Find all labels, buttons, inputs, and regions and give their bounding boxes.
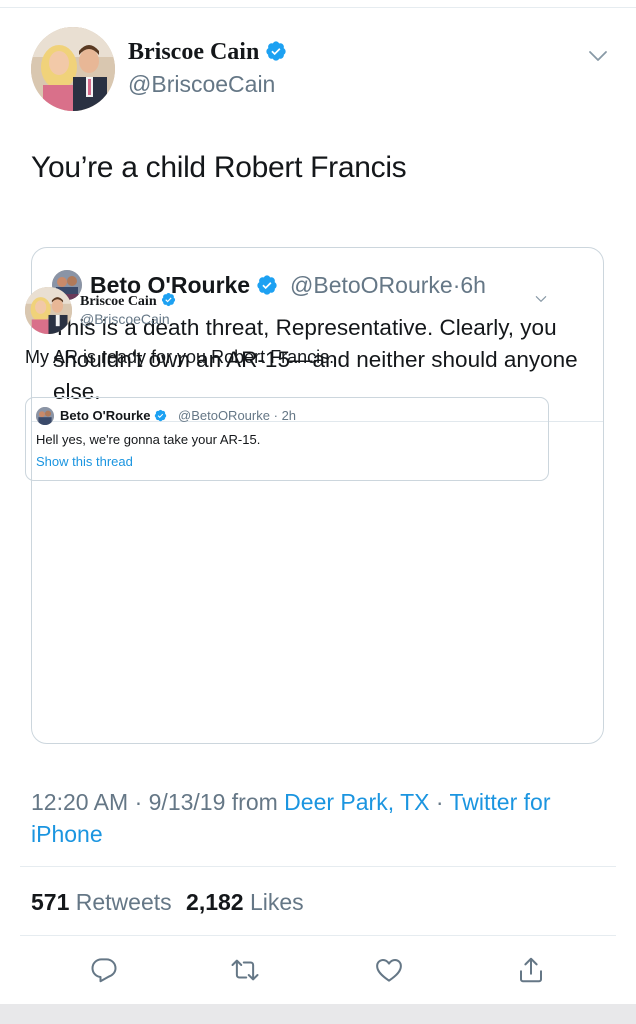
likes-label: Likes [249, 889, 304, 915]
retweet-icon [231, 959, 259, 981]
nested-author-name: Beto O'Rourke [60, 408, 167, 424]
avatar-photo [31, 27, 115, 111]
reply-button[interactable] [89, 955, 119, 985]
from-label: from [231, 789, 278, 815]
quoted-author-handle: @BetoORourke [290, 272, 453, 298]
date-text: 9/13/19 [148, 789, 226, 815]
embedded-author-name-text: Briscoe Cain [80, 294, 157, 309]
nested-time: 2h [281, 408, 297, 423]
embedded-avatar-photo [25, 287, 72, 334]
quoted-meta: @BetoORourke·6h [290, 271, 486, 299]
top-divider [0, 7, 636, 8]
heart-icon [376, 959, 402, 982]
verified-badge-icon [257, 275, 277, 295]
retweet-button[interactable] [230, 955, 260, 985]
avatar[interactable] [31, 27, 115, 111]
divider [20, 866, 616, 867]
embedded-avatar [25, 287, 72, 334]
author-name-text: Briscoe Cain [128, 39, 260, 65]
quoted-time: 6h [460, 272, 486, 298]
nested-avatar-photo [36, 407, 54, 425]
likes-count: 2,182 [186, 889, 244, 915]
tweet-timestamp: 12:20 AM · 9/13/19 from Deer Park, TX · … [31, 786, 611, 850]
retweets-label: Retweets [75, 889, 172, 915]
retweets-count: 571 [31, 889, 70, 915]
bottom-bar [0, 1004, 636, 1024]
embedded-chevron-down-icon [535, 296, 547, 302]
like-button[interactable] [374, 955, 404, 985]
reply-icon [91, 958, 117, 983]
nested-author-name-text: Beto O'Rourke [60, 408, 151, 423]
nested-author-handle: @BetoORourke [178, 408, 270, 423]
embedded-tweet-text: My AR is ready for you Robert Francis. [25, 347, 335, 367]
nested-quoted-card: Beto O'Rourke @BetoORourke · 2h Hell yes… [25, 397, 549, 481]
show-thread-link: Show this thread [36, 454, 133, 469]
verified-badge-icon [161, 292, 175, 307]
share-icon [520, 957, 542, 983]
tweet-text: You’re a child Robert Francis [31, 151, 407, 184]
divider [20, 935, 616, 936]
separator-dot: · [273, 408, 278, 423]
location-link[interactable]: Deer Park, TX [284, 789, 429, 815]
author-name[interactable]: Briscoe Cain [128, 38, 287, 66]
chevron-down-icon[interactable] [586, 44, 610, 68]
verified-badge-icon [154, 409, 166, 422]
time-text: 12:20 AM [31, 789, 129, 815]
retweets-stat[interactable]: 571 Retweets [31, 889, 172, 915]
nested-avatar [36, 407, 54, 425]
separator-dot: · [134, 789, 143, 815]
share-button[interactable] [516, 955, 546, 985]
separator-dot: · [435, 789, 444, 815]
engagement-stats: 571 Retweets 2,182 Likes [31, 888, 304, 916]
embedded-author-handle: @BriscoeCain [80, 311, 170, 327]
likes-stat[interactable]: 2,182 Likes [186, 889, 304, 915]
author-handle[interactable]: @BriscoeCain [128, 70, 275, 98]
nested-tweet-text: Hell yes, we're gonna take your AR-15. [36, 432, 261, 447]
verified-badge-icon [266, 41, 286, 61]
embedded-author-name: Briscoe Cain [80, 292, 176, 310]
nested-meta: @BetoORourke · 2h [178, 408, 296, 424]
